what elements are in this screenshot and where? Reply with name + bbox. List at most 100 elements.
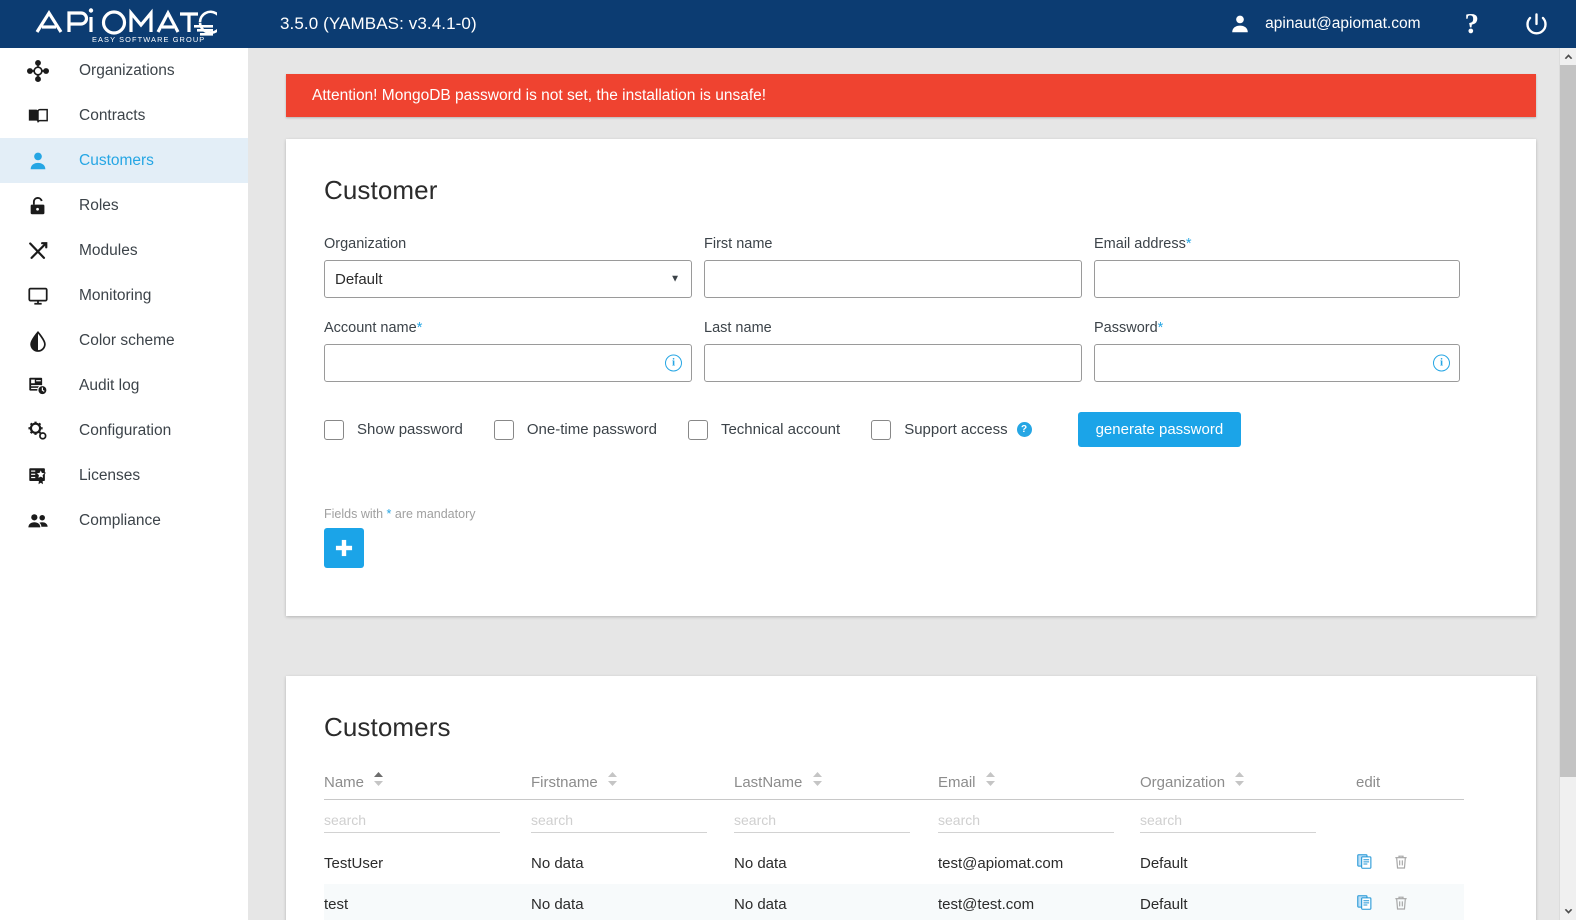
sidebar-item-licenses[interactable]: Licenses [0, 453, 248, 498]
account-name-field: Account name* i [324, 320, 692, 382]
user-icon [1229, 13, 1251, 35]
customer-form-panel: Customer Organization Default ▼ First na… [286, 139, 1536, 616]
search-input-firstname[interactable] [531, 810, 707, 833]
delete-icon[interactable] [1393, 854, 1409, 874]
search-cell-edit [1356, 800, 1464, 844]
show-password-checkbox[interactable]: Show password [324, 419, 463, 440]
sidebar-item-color-scheme[interactable]: Color scheme [0, 318, 248, 363]
sort-arrows-icon[interactable] [1235, 772, 1245, 790]
search-input-organization[interactable] [1140, 810, 1316, 833]
required-asterisk: * [416, 320, 423, 336]
monitor-icon [27, 285, 57, 307]
logout-button[interactable] [1523, 11, 1550, 38]
checkbox-box[interactable] [687, 419, 708, 440]
plus-icon [335, 539, 353, 557]
search-input-email[interactable] [938, 810, 1114, 833]
sort-arrows-icon[interactable] [812, 772, 822, 790]
checkbox-box[interactable] [493, 419, 514, 440]
customer-options-row: Show password One-time password Technica… [324, 412, 1498, 447]
sidebar-item-organizations[interactable]: Organizations [0, 48, 248, 93]
info-icon[interactable]: i [665, 354, 682, 372]
last-name-field: Last name [704, 320, 1082, 382]
sort-arrows-icon[interactable] [985, 772, 995, 790]
cell-name: test [324, 896, 349, 913]
sidebar-item-configuration[interactable]: Configuration [0, 408, 248, 453]
scroll-down-arrow[interactable] [1560, 903, 1576, 920]
technical-account-checkbox[interactable]: Technical account [687, 419, 840, 440]
column-header-name[interactable]: Name [324, 772, 531, 800]
sort-arrows-icon[interactable] [374, 772, 384, 790]
page-scrollbar[interactable] [1559, 48, 1576, 920]
email-input[interactable] [1094, 260, 1460, 298]
column-header-organization[interactable]: Organization [1140, 772, 1356, 800]
scroll-up-arrow[interactable] [1560, 48, 1576, 65]
sidebar-item-label: Roles [79, 196, 119, 214]
add-customer-button[interactable] [324, 528, 364, 568]
sidebar-item-contracts[interactable]: Contracts [0, 93, 248, 138]
main-sidebar: Organizations Contracts Customers Roles … [0, 48, 248, 920]
account-name-input[interactable] [324, 344, 692, 382]
cell-actions [1356, 843, 1464, 884]
scrollbar-thumb[interactable] [1560, 65, 1576, 777]
cell-firstname: No data [531, 855, 584, 872]
version-label: 3.5.0 (YAMBAS: v3.4.1-0) [280, 14, 477, 33]
table-header-row: Name Firstname LastName Email Organizati… [324, 772, 1464, 800]
required-asterisk: * [1157, 320, 1164, 336]
email-field: Email address* [1094, 236, 1460, 298]
help-icon[interactable]: ? [1016, 422, 1032, 437]
checkbox-box[interactable] [871, 419, 892, 440]
sidebar-item-monitoring[interactable]: Monitoring [0, 273, 248, 318]
cell-email: test@test.com [938, 896, 1035, 913]
mongodb-password-alert: Attention! MongoDB password is not set, … [286, 74, 1536, 117]
generate-password-button[interactable]: generate password [1077, 412, 1242, 447]
checkbox-label: One-time password [526, 421, 657, 438]
checkbox-label: Show password [357, 421, 463, 438]
help-button[interactable]: ? [1465, 9, 1480, 39]
search-input-name[interactable] [324, 810, 500, 833]
email-label: Email address* [1094, 236, 1192, 252]
search-input-lastname[interactable] [734, 810, 910, 833]
app-logo[interactable]: EASY SOFTWARE GROUP [0, 0, 248, 48]
one-time-password-checkbox[interactable]: One-time password [493, 419, 657, 440]
sort-arrows-icon[interactable] [607, 772, 617, 790]
sidebar-item-audit-log[interactable]: Audit log [0, 363, 248, 408]
cell-name: TestUser [324, 855, 384, 872]
organization-select[interactable]: Default [324, 260, 692, 298]
table-row[interactable]: test No data No data test@test.com Defau… [324, 884, 1464, 920]
cell-lastname: No data [734, 896, 787, 913]
cell-organization: Default [1140, 855, 1188, 872]
column-header-lastname[interactable]: LastName [734, 772, 938, 800]
sidebar-item-customers[interactable]: Customers [0, 138, 248, 183]
lock-icon [27, 195, 57, 217]
organization-label: Organization [324, 236, 407, 252]
customers-table-head: Name Firstname LastName Email Organizati… [324, 772, 1464, 800]
delete-icon[interactable] [1393, 895, 1409, 915]
column-header-email[interactable]: Email [938, 772, 1140, 800]
sidebar-item-modules[interactable]: Modules [0, 228, 248, 273]
info-icon[interactable]: i [1433, 354, 1450, 372]
mandatory-fields-note: Fields with * are mandatory [324, 507, 476, 521]
droplet-icon [27, 330, 57, 352]
cell-email: test@apiomat.com [938, 855, 1064, 872]
last-name-label: Last name [704, 320, 772, 336]
checkbox-box[interactable] [324, 419, 344, 440]
person-icon [27, 150, 57, 172]
duplicate-icon[interactable] [1356, 894, 1373, 915]
support-access-checkbox[interactable]: Support access ? [871, 419, 1032, 440]
gears-icon [27, 420, 57, 442]
duplicate-icon[interactable] [1356, 853, 1373, 874]
sidebar-item-compliance[interactable]: Compliance [0, 498, 248, 543]
search-cell-organization [1140, 800, 1356, 844]
search-cell-name [324, 800, 531, 844]
sidebar-item-roles[interactable]: Roles [0, 183, 248, 228]
customer-form-grid: Organization Default ▼ First name Email … [324, 236, 1498, 404]
password-input[interactable] [1094, 344, 1460, 382]
column-header-firstname[interactable]: Firstname [531, 772, 734, 800]
table-row[interactable]: TestUser No data No data test@apiomat.co… [324, 843, 1464, 884]
first-name-field: First name [704, 236, 1082, 298]
first-name-input[interactable] [704, 260, 1082, 298]
first-name-label: First name [704, 236, 773, 252]
user-email-label: apinaut@apiomat.com [1265, 15, 1421, 32]
people-icon [27, 510, 57, 532]
last-name-input[interactable] [704, 344, 1082, 382]
